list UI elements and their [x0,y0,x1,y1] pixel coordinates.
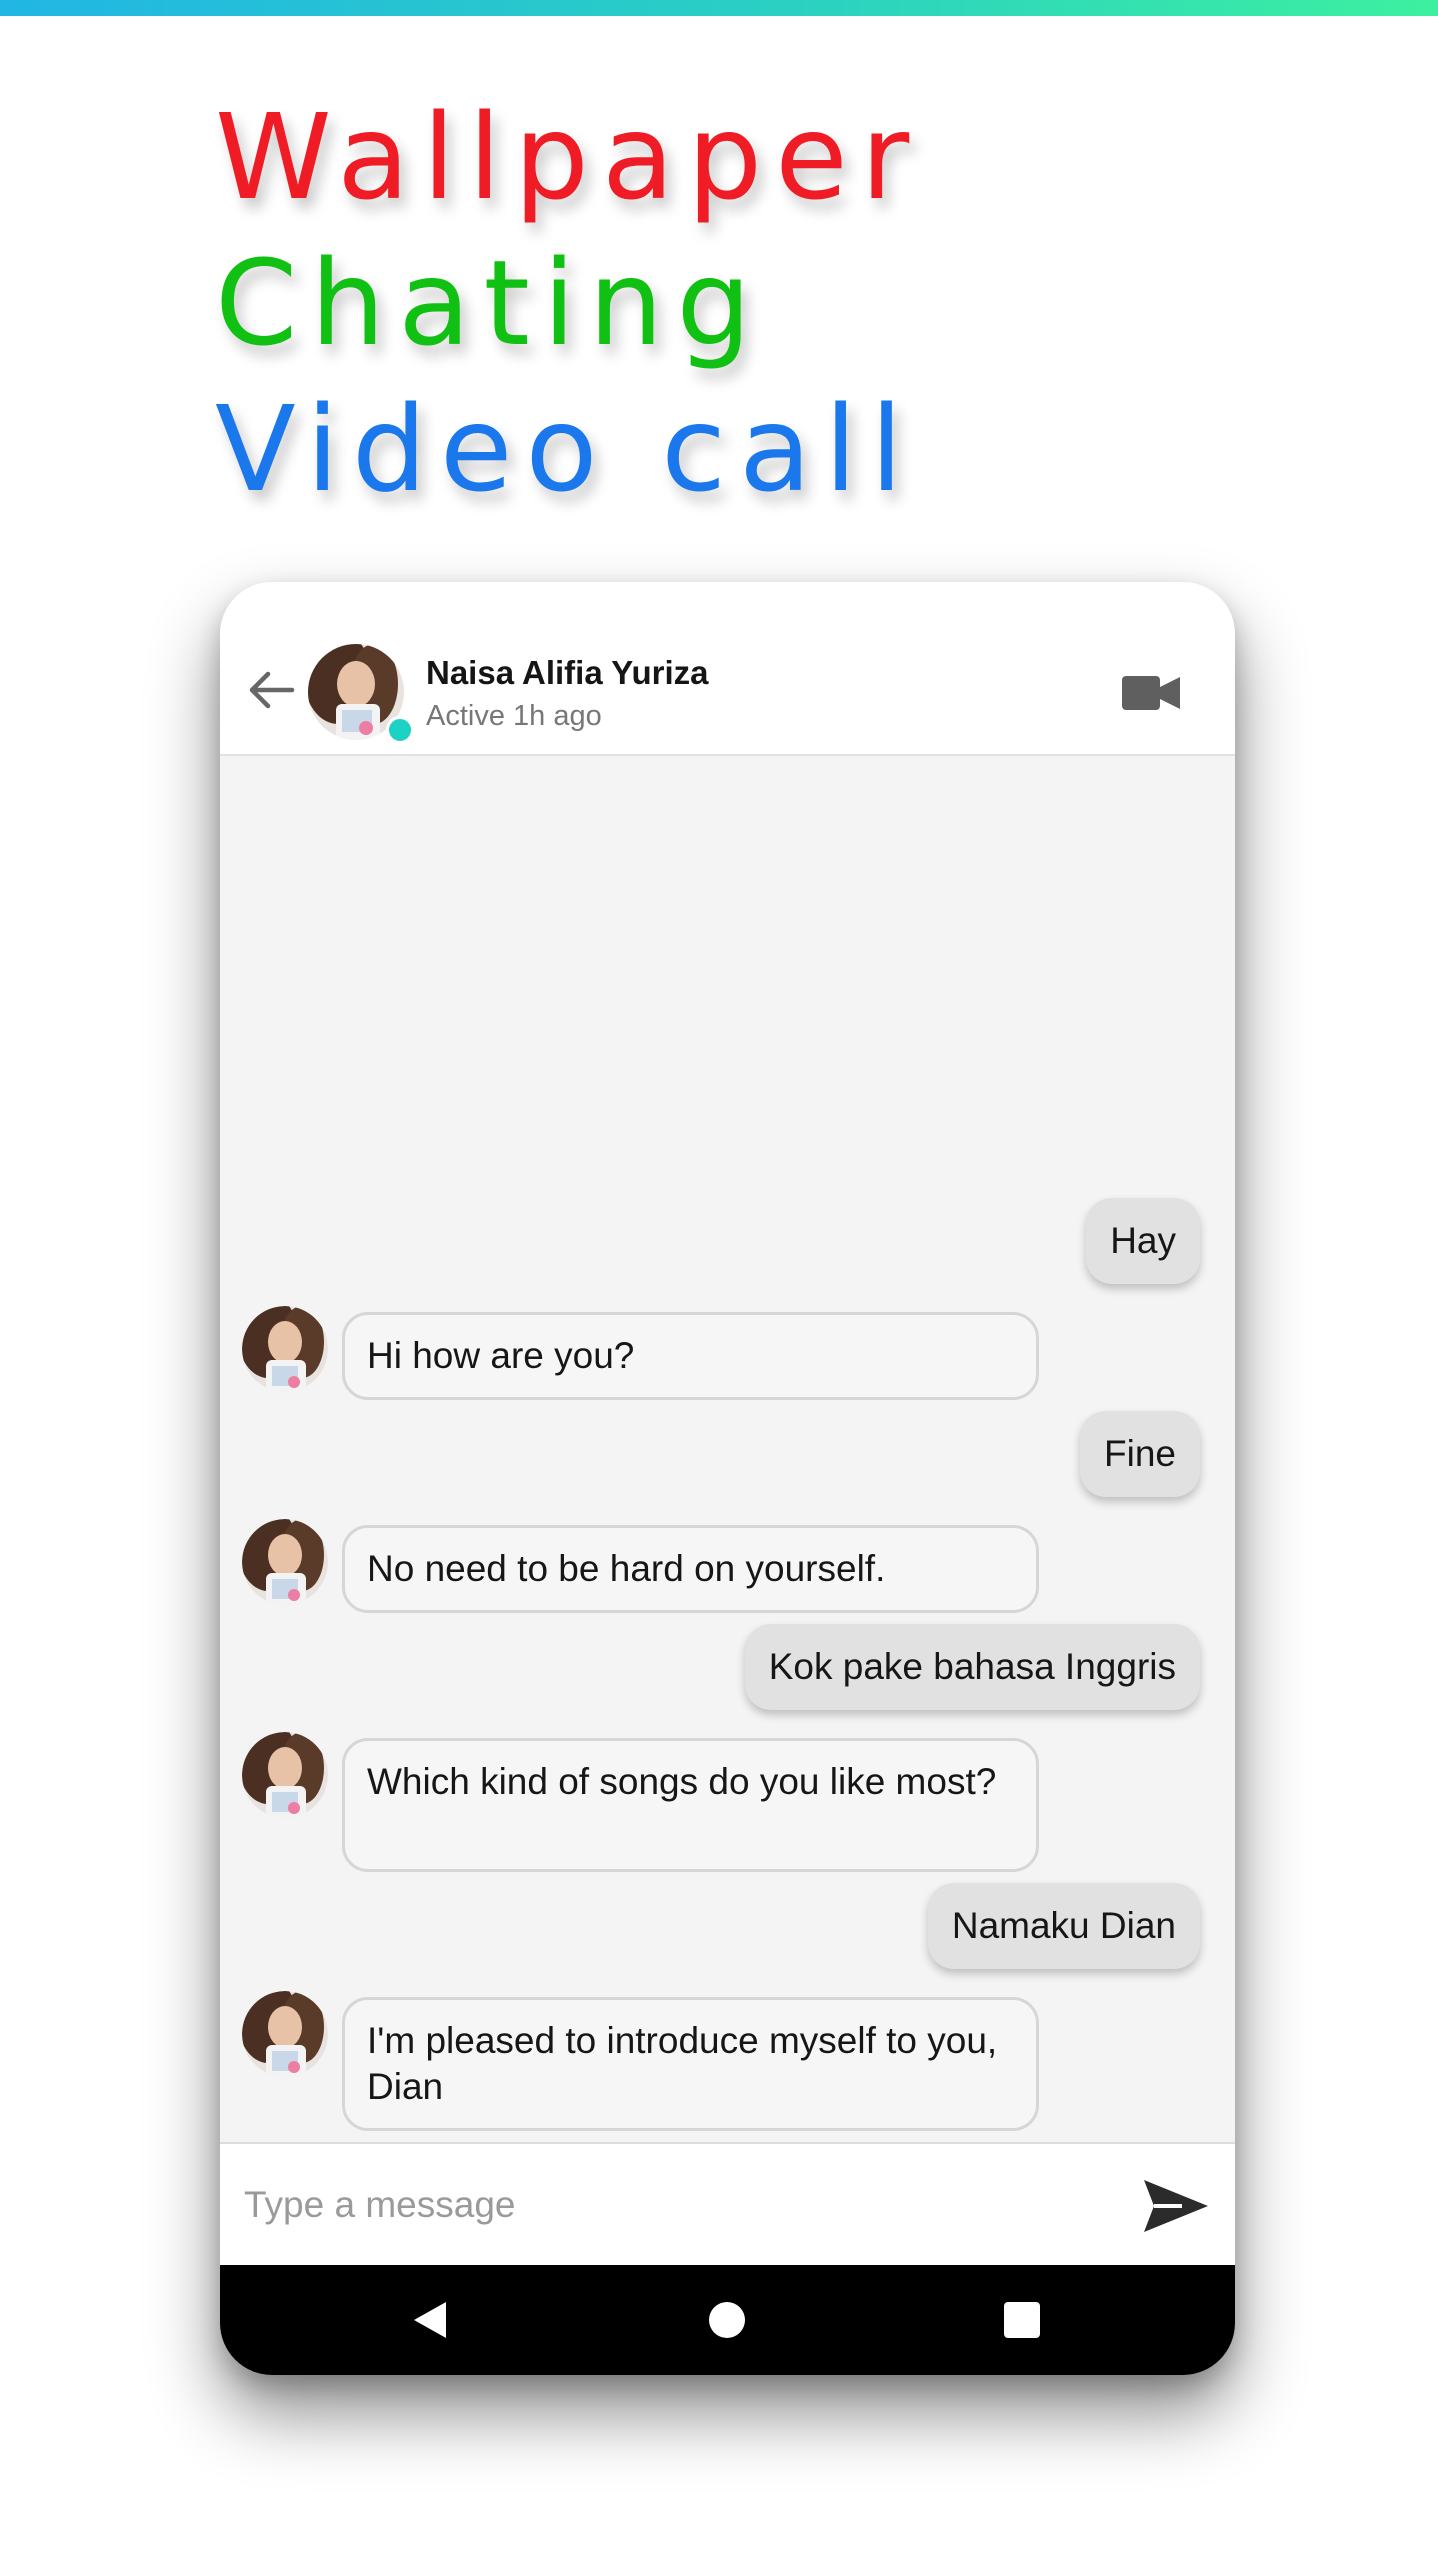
promo-line-video-call: Video call [215,380,916,518]
sent-message-bubble[interactable]: Fine [1080,1411,1200,1497]
promo-line-chating: Chating [215,234,765,372]
phone-mockup: Naisa Alifia Yuriza Active 1h ago Hay Hi … [220,582,1235,2375]
top-gradient-bar [0,0,1438,16]
contact-message-avatar[interactable] [242,1991,328,2077]
contact-message-avatar[interactable] [242,1732,328,1818]
contact-message-avatar[interactable] [242,1519,328,1605]
message-input[interactable] [242,2174,1066,2236]
android-navigation-bar [220,2265,1235,2375]
sent-message-bubble[interactable]: Namaku Dian [927,1883,1200,1969]
contact-name[interactable]: Naisa Alifia Yuriza [426,654,708,692]
sent-message-bubble[interactable]: Hay [1086,1198,1200,1284]
chat-header: Naisa Alifia Yuriza Active 1h ago [220,582,1235,756]
nav-home-icon[interactable] [705,2298,749,2342]
online-status-dot [386,716,414,744]
sent-message-bubble[interactable]: Kok pake bahasa Inggris [744,1624,1200,1710]
received-message-bubble[interactable]: No need to be hard on yourself. [342,1525,1039,1613]
send-icon[interactable] [1142,2176,1210,2236]
contact-active-status: Active 1h ago [426,700,602,732]
contact-message-avatar[interactable] [242,1306,328,1392]
nav-back-icon[interactable] [408,2298,452,2342]
received-message-bubble[interactable]: Hi how are you? [342,1312,1039,1400]
back-arrow-icon[interactable] [246,668,298,712]
video-camera-icon[interactable] [1122,672,1180,714]
received-message-bubble[interactable]: Which kind of songs do you like most? [342,1738,1039,1872]
message-composer [220,2142,1235,2267]
promo-line-wallpaper: Wallpaper [215,88,923,226]
nav-recents-icon[interactable] [1000,2298,1044,2342]
received-message-bubble[interactable]: I'm pleased to introduce myself to you, … [342,1997,1039,2131]
